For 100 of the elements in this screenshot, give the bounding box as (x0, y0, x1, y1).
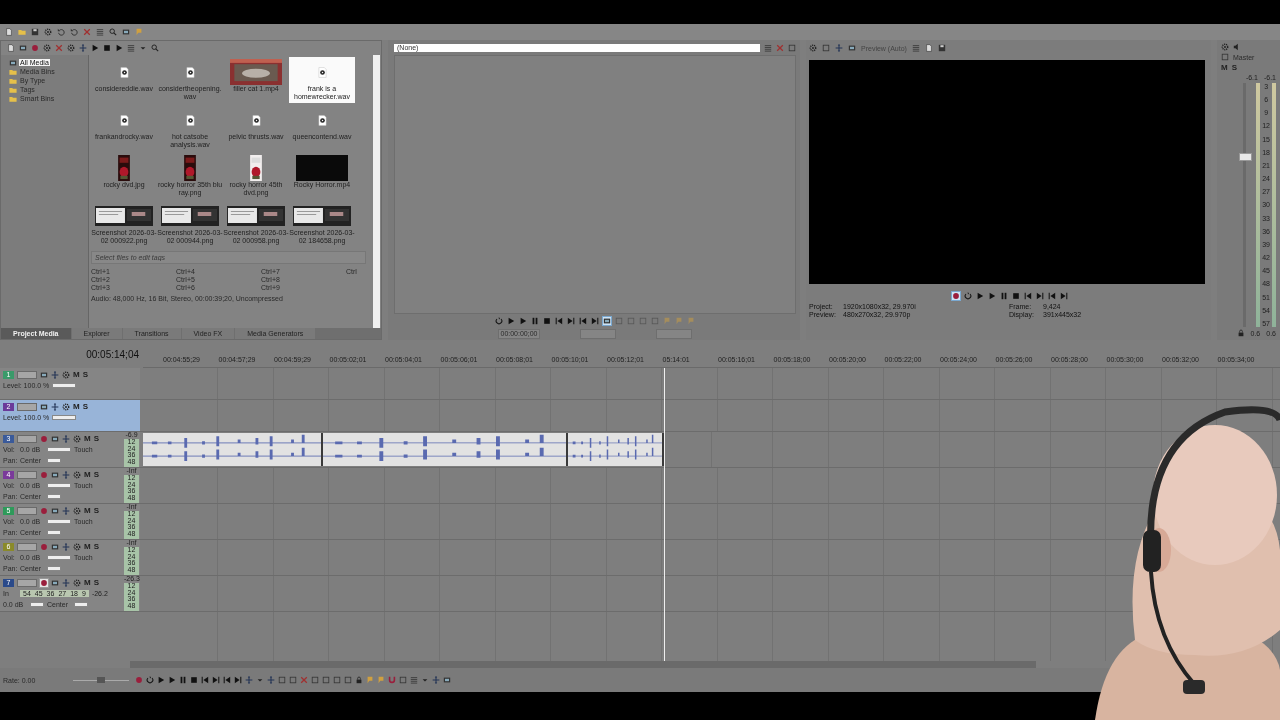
mute-button[interactable]: M (84, 506, 91, 515)
rate-slider-thumb[interactable] (97, 676, 105, 683)
solo-button[interactable]: S (93, 434, 99, 443)
move-icon[interactable] (51, 402, 59, 411)
film-icon[interactable] (443, 676, 451, 684)
pan-slider[interactable] (47, 458, 61, 463)
mute-button[interactable]: M (73, 370, 80, 379)
gear-icon[interactable] (73, 470, 81, 479)
pan-slider[interactable] (74, 602, 88, 607)
level-slider[interactable] (52, 383, 77, 388)
film-icon[interactable] (51, 578, 59, 587)
volume-slider[interactable] (30, 602, 44, 607)
skip-forward-icon[interactable] (567, 317, 575, 325)
fader-handle[interactable] (1239, 153, 1253, 161)
mute-button[interactable]: M (84, 434, 91, 443)
close-icon[interactable] (776, 43, 784, 52)
film-icon[interactable] (848, 44, 856, 52)
lock-icon[interactable] (355, 676, 363, 684)
record-icon[interactable] (952, 292, 960, 300)
caret-icon[interactable] (421, 676, 429, 684)
search-icon[interactable] (151, 44, 159, 52)
list-icon[interactable] (96, 28, 104, 36)
pause-icon[interactable] (179, 676, 187, 684)
scrollbar[interactable] (130, 661, 1036, 668)
list-icon[interactable] (911, 44, 920, 52)
film-icon[interactable] (51, 470, 59, 479)
square-icon[interactable] (322, 676, 330, 684)
move-icon[interactable] (245, 676, 253, 684)
record-icon[interactable] (40, 578, 48, 587)
gear-icon[interactable] (62, 370, 70, 379)
track-name-field[interactable] (17, 434, 37, 443)
magnet-icon[interactable] (388, 676, 396, 684)
move-icon[interactable] (62, 506, 70, 515)
gear-icon[interactable] (67, 44, 75, 52)
solo-button[interactable]: S (93, 542, 99, 551)
film-icon[interactable] (51, 542, 59, 551)
track-name-field[interactable] (17, 370, 37, 379)
solo-button[interactable]: S (82, 370, 88, 379)
track-name-field[interactable] (17, 402, 37, 411)
square-icon[interactable] (311, 676, 319, 684)
skip-forward-icon[interactable] (1036, 292, 1044, 300)
close-icon[interactable] (55, 44, 63, 52)
marker-icon[interactable] (675, 317, 683, 325)
volume-slider[interactable] (47, 519, 71, 524)
play-icon[interactable] (91, 44, 99, 52)
move-icon[interactable] (62, 434, 70, 443)
solo-button[interactable]: S (1231, 63, 1237, 72)
film-icon[interactable] (40, 402, 48, 411)
caret-icon[interactable] (256, 676, 264, 684)
pause-icon[interactable] (531, 317, 539, 325)
track-name-field[interactable] (17, 542, 37, 551)
close-icon[interactable] (83, 28, 91, 36)
square-icon[interactable] (399, 676, 407, 684)
move-icon[interactable] (51, 370, 59, 379)
pan-slider[interactable] (47, 530, 61, 535)
list-icon[interactable] (127, 44, 135, 52)
square-icon[interactable] (788, 43, 796, 52)
list-icon[interactable] (764, 43, 772, 52)
move-icon[interactable] (835, 44, 843, 52)
loop-icon[interactable] (146, 676, 154, 684)
marker-icon[interactable] (663, 317, 671, 325)
move-icon[interactable] (62, 578, 70, 587)
move-icon[interactable] (79, 44, 87, 52)
gear-icon[interactable] (73, 434, 81, 443)
film-icon[interactable] (19, 44, 27, 52)
pause-icon[interactable] (1000, 292, 1008, 300)
volume-slider[interactable] (47, 483, 71, 488)
mute-button[interactable]: M (84, 578, 91, 587)
pan-slider[interactable] (47, 566, 61, 571)
square-icon[interactable] (344, 676, 352, 684)
mute-button[interactable]: M (84, 542, 91, 551)
marker-icon[interactable] (377, 676, 385, 684)
skip-forward-icon[interactable] (212, 676, 220, 684)
move-icon[interactable] (62, 542, 70, 551)
film-icon[interactable] (40, 370, 48, 379)
film-icon[interactable] (122, 28, 130, 36)
move-icon[interactable] (62, 470, 70, 479)
stop-icon[interactable] (103, 44, 111, 52)
track-name-field[interactable] (17, 470, 37, 479)
pan-slider[interactable] (47, 494, 61, 499)
skip-back-icon[interactable] (1024, 292, 1032, 300)
square-icon[interactable] (1221, 53, 1229, 61)
volume-slider[interactable] (47, 555, 71, 560)
track-name-field[interactable] (17, 506, 37, 515)
document-icon[interactable] (924, 44, 933, 52)
stop-icon[interactable] (190, 676, 198, 684)
gear-icon[interactable] (73, 578, 81, 587)
mute-button[interactable]: M (84, 470, 91, 479)
film-icon[interactable] (603, 317, 611, 325)
list-icon[interactable] (410, 676, 418, 684)
level-slider[interactable] (52, 415, 77, 420)
film-icon[interactable] (51, 506, 59, 515)
move-icon[interactable] (267, 676, 275, 684)
skip-forward-icon[interactable] (1060, 292, 1068, 300)
scrollbar[interactable] (373, 55, 380, 328)
gear-icon[interactable] (62, 402, 70, 411)
track-name-field[interactable] (17, 578, 37, 587)
skip-forward-icon[interactable] (591, 317, 599, 325)
skip-back-icon[interactable] (1048, 292, 1056, 300)
caret-icon[interactable] (139, 44, 147, 52)
